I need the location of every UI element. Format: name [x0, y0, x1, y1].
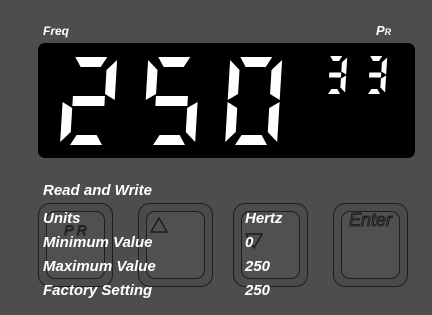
enter-button[interactable]: Enter — [333, 203, 408, 287]
segment-a — [330, 56, 343, 61]
led-display — [38, 43, 415, 158]
segment-c — [340, 75, 347, 93]
main-digit — [225, 57, 283, 145]
enter-key-label: Enter — [348, 210, 393, 231]
segment-d — [235, 135, 267, 145]
units-value: Hertz — [245, 210, 283, 227]
main-digit — [60, 57, 118, 145]
segment-f — [227, 60, 240, 100]
freq-mode-label: Freq — [43, 24, 70, 38]
access-mode-text: Read and Write — [43, 182, 152, 199]
segment-a — [75, 57, 108, 67]
segment-a — [158, 57, 191, 67]
segment-b — [270, 60, 283, 100]
param-digit — [368, 56, 388, 94]
param-indicator-label: PR — [376, 23, 391, 38]
maximum-value-label: Maximum Value — [43, 258, 156, 275]
segment-c — [267, 102, 280, 142]
main-digit — [145, 57, 198, 145]
segment-b — [105, 60, 118, 100]
minimum-value: 0 — [245, 234, 254, 251]
segment-d — [70, 135, 102, 145]
segment-e — [60, 102, 73, 142]
segment-b — [341, 57, 348, 75]
segment-a — [370, 56, 383, 61]
segment-c — [185, 102, 198, 142]
segment-d — [328, 89, 340, 94]
segment-a — [240, 57, 273, 67]
segment-d — [368, 89, 380, 94]
units-label: Units — [43, 210, 81, 227]
maximum-value: 250 — [245, 258, 271, 275]
segment-g — [72, 96, 105, 106]
segment-g — [368, 72, 382, 78]
up-arrow-icon — [149, 216, 169, 233]
param-digit — [328, 56, 348, 94]
factory-setting-value: 250 — [245, 282, 271, 299]
segment-g — [328, 72, 342, 78]
param-indicator-sub: R — [384, 27, 392, 37]
segment-c — [380, 75, 387, 93]
segment-b — [381, 57, 388, 75]
segment-f — [145, 60, 158, 100]
segment-e — [225, 102, 238, 142]
param-indicator-main: P — [376, 23, 385, 38]
seven-segment-readout — [60, 56, 388, 145]
minimum-value-label: Minimum Value — [43, 234, 153, 251]
factory-setting-label: Factory Setting — [43, 282, 153, 299]
segment-d — [153, 135, 185, 145]
segment-g — [155, 96, 188, 106]
